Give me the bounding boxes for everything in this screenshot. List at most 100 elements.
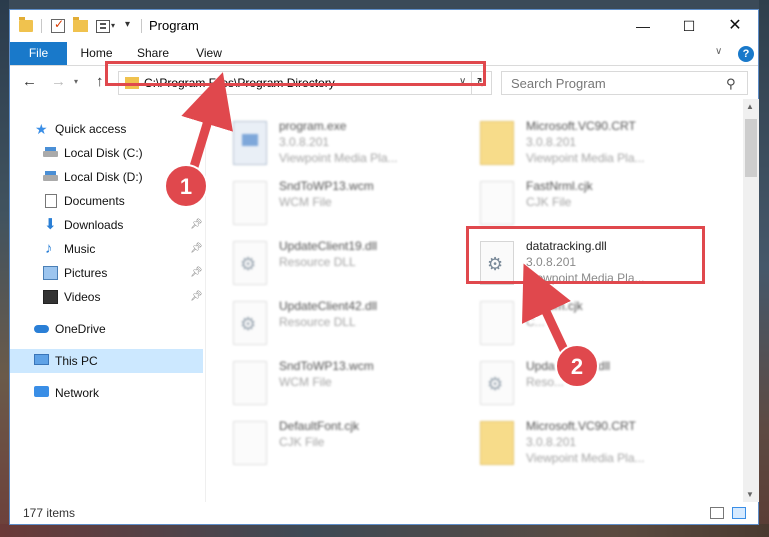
sidebar-item-onedrive[interactable]: OneDrive [10,317,203,341]
file-type: Reso... [526,375,565,389]
sidebar-item-local-disk-c[interactable]: Local Disk (C:) [10,141,203,165]
file-name: B...rom.cjk [526,299,583,313]
pin-icon[interactable]: 📌︎ [190,261,203,285]
sidebar-item-label: Music [64,242,96,256]
search-icon[interactable]: ⚲ [726,76,736,92]
file-item[interactable]: UpdateClient42.dll Resource DLL [233,297,473,353]
sidebar-item-network[interactable]: Network [10,381,203,405]
dll-file-icon [480,361,514,405]
file-item[interactable]: DefaultFont.cjk CJK File [233,417,473,473]
file-company: Viewpoint Media Pla... [526,451,645,465]
maximize-button[interactable]: ☐ [666,10,712,42]
desktop-background-right [759,0,769,537]
item-count: 177 items [23,506,76,520]
file-item[interactable]: Microsoft.VC90.CRT 3.0.8.201 Viewpoint M… [480,417,720,473]
forward-arrow-icon[interactable]: → [51,73,66,90]
file-item[interactable]: FastNrml.cjk CJK File [480,177,720,233]
folder-icon [480,121,514,165]
scroll-down-icon[interactable]: ▼ [746,490,754,499]
properties-icon[interactable] [51,17,65,33]
address-highlight-box [105,61,486,86]
folder-icon [480,421,514,465]
scrollbar-thumb[interactable] [745,119,757,177]
sidebar-item-label: This PC [55,354,98,368]
dll-file-icon [233,241,267,285]
document-file-icon [233,181,267,225]
file-name: Upda...ent65.dll [526,359,611,373]
sidebar-item-label: Network [55,386,100,400]
file-version: 3.0.8.201 [526,135,577,149]
star-icon: ★ [35,121,48,137]
file-name: UpdateClient19.dll [279,239,378,253]
sidebar-item-label: Local Disk (D:) [64,170,143,184]
sidebar-item-downloads[interactable]: ⬇ Downloads 📌︎ [10,213,203,237]
pin-icon[interactable]: 📌︎ [190,285,203,309]
sidebar-item-quick-access[interactable]: ★ Quick access [10,117,203,141]
scroll-up-icon[interactable]: ▲ [746,102,754,111]
file-item[interactable]: Upda...ent65.dll Reso... [480,357,720,413]
toolbar-divider [141,19,142,33]
file-item[interactable]: SndToWP13.wcm WCM File [233,357,473,413]
music-icon: ♪ [45,240,53,257]
details-view-icon[interactable] [710,507,724,519]
dll-file-icon [233,301,267,345]
file-item[interactable]: SndToWP13.wcm WCM File [233,177,473,233]
up-arrow-icon[interactable]: ↑ [96,73,104,90]
file-type: WCM File [279,375,332,389]
pin-icon[interactable]: 📌︎ [190,237,203,261]
sidebar-item-label: Local Disk (C:) [64,146,143,160]
network-icon [34,386,49,397]
sidebar-item-music[interactable]: ♪ Music 📌︎ [10,237,203,261]
help-icon[interactable]: ? [738,46,754,62]
file-company: Viewpoint Media Pla... [526,151,645,165]
desktop-background-left [0,0,9,537]
sidebar-item-videos[interactable]: Videos 📌︎ [10,285,203,309]
videos-icon [43,290,58,304]
file-item[interactable]: Microsoft.VC90.CRT 3.0.8.201 Viewpoint M… [480,117,720,173]
file-name: Microsoft.VC90.CRT [526,419,636,433]
sidebar-item-this-pc[interactable]: This PC [10,349,203,373]
file-name: DefaultFont.cjk [279,419,360,433]
documents-icon [45,194,57,208]
recent-locations-icon[interactable]: ▾ [74,77,78,86]
status-bar: 177 items [10,502,758,524]
pin-icon[interactable]: 📌︎ [190,213,203,237]
back-arrow-icon[interactable]: ← [22,73,37,90]
sidebar-item-label: Quick access [55,122,127,136]
view-icon[interactable] [96,20,110,33]
sidebar-item-label: Documents [64,194,125,208]
file-type: CJK File [279,435,325,449]
file-item[interactable]: B...rom.cjk C... [480,297,720,353]
minimize-button[interactable]: — [620,10,666,42]
file-version: 3.0.8.201 [279,135,330,149]
file-name: SndToWP13.wcm [279,359,374,373]
file-version: 3.0.8.201 [526,435,577,449]
tab-file[interactable]: File [10,42,67,65]
file-name: FastNrml.cjk [526,179,593,193]
customize-toolbar-icon[interactable]: ▾ [125,19,130,37]
document-file-icon [233,421,267,465]
file-item[interactable]: UpdateClient19.dll Resource DLL [233,237,473,293]
close-button[interactable]: ✕ [712,10,758,42]
search-input[interactable]: Search Program ⚲ [501,71,748,95]
title-bar: ▾ ▾ Program — ☐ ✕ [10,10,758,42]
large-icons-view-icon[interactable] [732,507,746,519]
expand-ribbon-icon[interactable]: ∨ [715,46,722,57]
document-file-icon [480,301,514,345]
file-item[interactable]: program.exe 3.0.8.201 Viewpoint Media Pl… [233,117,473,173]
file-highlight-box [466,226,705,284]
sidebar-item-local-disk-d[interactable]: Local Disk (D:) [10,165,203,189]
file-list: program.exe 3.0.8.201 Viewpoint Media Pl… [207,99,743,502]
navigation-pane: ★ Quick access Local Disk (C:) Local Dis… [10,99,206,502]
new-folder-icon[interactable] [73,17,88,32]
vertical-scrollbar[interactable]: ▲ ▼ [743,99,759,502]
file-type: C... [526,315,545,329]
sidebar-item-pictures[interactable]: Pictures 📌︎ [10,261,203,285]
window-title: Program [149,18,199,33]
document-file-icon [233,361,267,405]
file-company: Viewpoint Media Pla... [279,151,398,165]
sidebar-item-documents[interactable]: Documents [10,189,203,213]
exe-file-icon [233,121,267,165]
file-type: WCM File [279,195,332,209]
chevron-down-icon[interactable]: ▾ [111,21,115,39]
